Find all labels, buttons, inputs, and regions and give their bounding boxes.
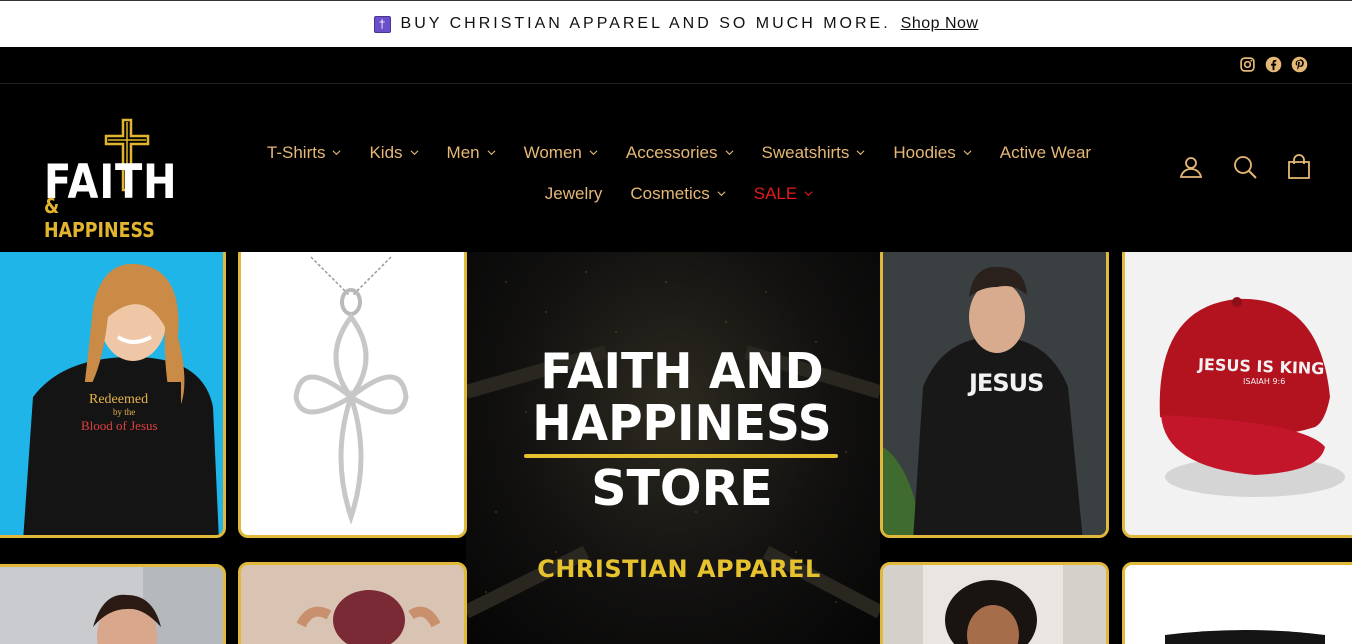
woman-hoodie-tile[interactable]: Redeemed by the Blood of Jesus (0, 252, 226, 538)
chevron-down-icon (963, 150, 972, 156)
chevron-down-icon (410, 150, 419, 156)
nav-label: Cosmetics (630, 183, 710, 203)
hoodie-print-jesus: JESUS (969, 369, 1044, 397)
hoodie-print-line2: by the (113, 407, 136, 417)
woman-earrings-tile[interactable] (0, 564, 226, 644)
nav-item-sale[interactable]: SALE (740, 184, 827, 204)
chevron-down-icon (856, 150, 865, 156)
hero-banner[interactable]: Redeemed by the Blood of Jesus JESUS JES… (0, 252, 1352, 644)
cap-print-line2: ISAIAH 9:6 (1243, 377, 1286, 386)
social-icons (1239, 56, 1308, 73)
woman-earrings-image (93, 567, 223, 644)
announcement-bar: † BUY CHRISTIAN APPAREL AND SO MUCH MORE… (0, 0, 1352, 47)
hoodie-print-line1: Redeemed (89, 392, 149, 407)
cross-necklace-tile[interactable] (238, 252, 467, 538)
nav-item-women[interactable]: Women (510, 143, 612, 163)
instagram-icon[interactable] (1239, 56, 1256, 73)
red-cap-image (1159, 297, 1345, 497)
mug-image (1165, 630, 1325, 644)
hoodie-print-line3: Blood of Jesus (81, 418, 158, 433)
account-icon[interactable] (1178, 154, 1204, 180)
man-hoodie-tile[interactable]: JESUS (880, 252, 1109, 538)
chevron-down-icon (717, 191, 726, 197)
nav-label: T-Shirts (266, 142, 326, 162)
header-icons (1178, 154, 1312, 180)
nav-row-2: Jewelry Cosmetics SALE (214, 173, 1144, 214)
facebook-icon[interactable] (1265, 56, 1282, 73)
hero-title-line1: FAITH AND (540, 343, 824, 400)
chevron-down-icon (487, 150, 496, 156)
chevron-down-icon (589, 150, 598, 156)
nav-label: Sweatshirts (761, 142, 850, 162)
main-nav: T-Shirts Kids Men Women Accessories Swea… (214, 132, 1144, 214)
woman-portrait-tile[interactable] (880, 562, 1109, 644)
red-cap-tile[interactable]: JESUS IS KING ISAIAH 9:6 (1122, 252, 1352, 538)
cross-necklace-image (293, 256, 409, 525)
pinterest-icon[interactable] (1291, 56, 1308, 73)
nav-item-men[interactable]: Men (433, 143, 510, 163)
nav-item-sweatshirts[interactable]: Sweatshirts (748, 143, 880, 163)
cart-icon[interactable] (1286, 154, 1312, 180)
site-header: FAITH & HAPPINESS T-Shirts Kids Men Wome… (0, 84, 1352, 252)
nav-label: SALE (753, 183, 798, 203)
nav-label: Jewelry (544, 183, 603, 203)
nav-row-1: T-Shirts Kids Men Women Accessories Swea… (214, 132, 1144, 173)
chevron-down-icon (725, 150, 733, 156)
nav-item-accessories[interactable]: Accessories (612, 143, 748, 163)
nav-label: Women (523, 142, 582, 162)
latin-cross-icon: † (373, 15, 391, 33)
social-bar (0, 47, 1352, 84)
logo[interactable]: FAITH & HAPPINESS (42, 116, 177, 242)
nav-label: Kids (369, 142, 403, 162)
shop-now-link[interactable]: Shop Now (901, 15, 979, 33)
chevron-down-icon (804, 191, 813, 197)
announcement-text: BUY CHRISTIAN APPAREL AND SO MUCH MORE. (400, 15, 891, 32)
nav-item-t-shirts[interactable]: T-Shirts (253, 143, 356, 163)
nav-label: Men (446, 142, 480, 162)
logo-subtitle: & HAPPINESS (44, 194, 155, 242)
nav-item-kids[interactable]: Kids (355, 143, 432, 163)
woman-portrait-image (883, 565, 1106, 644)
hero-title-line2: HAPPINESS (532, 395, 832, 452)
hero-subtitle: CHRISTIAN APPAREL (537, 555, 821, 583)
man-beanie-tile[interactable] (238, 562, 467, 644)
hero-divider (524, 454, 838, 458)
mug-tile[interactable] (1122, 562, 1352, 644)
search-icon[interactable] (1232, 154, 1258, 180)
nav-item-hoodies[interactable]: Hoodies (879, 143, 985, 163)
nav-item-active-wear[interactable]: Active Wear (986, 143, 1105, 163)
hero-title: FAITH AND HAPPINESS (466, 346, 898, 450)
nav-item-jewelry[interactable]: Jewelry (531, 184, 617, 204)
nav-label: Hoodies (893, 142, 956, 162)
hero-title-store: STORE (591, 460, 773, 517)
nav-label: Accessories (625, 142, 718, 162)
nav-item-cosmetics[interactable]: Cosmetics (616, 184, 739, 204)
chevron-down-icon (332, 150, 341, 156)
nav-label: Active Wear (999, 142, 1092, 162)
man-beanie-image (296, 590, 441, 644)
